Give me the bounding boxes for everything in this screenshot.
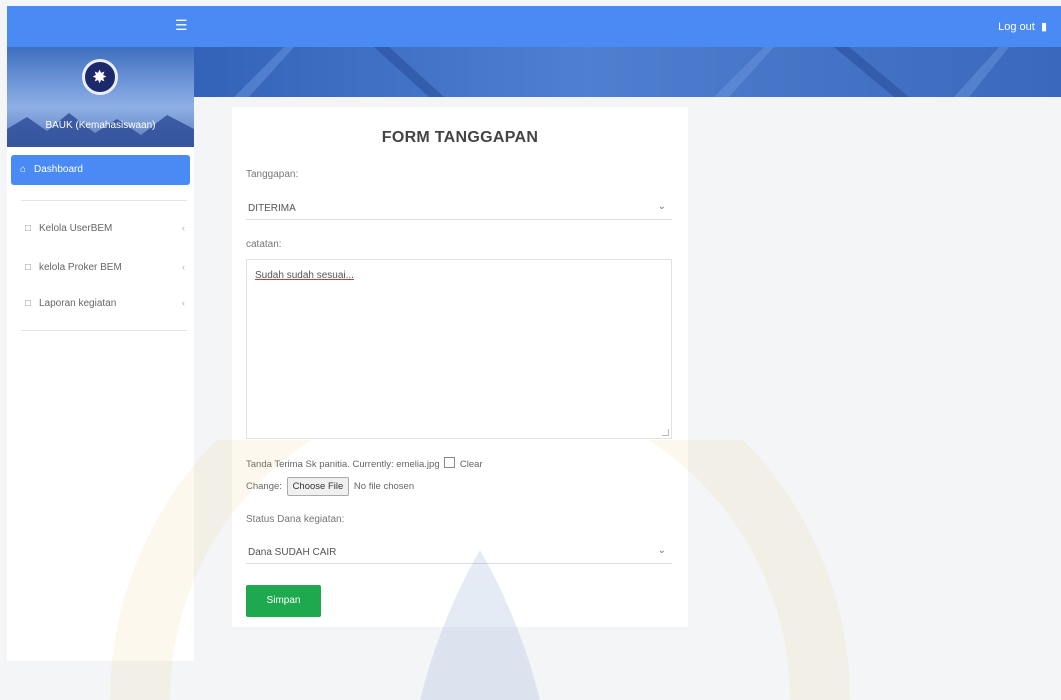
choose-file-button[interactable]: Choose File — [286, 477, 350, 496]
status-dana-select[interactable]: Dana SUDAH CAIR ⌄ — [246, 539, 672, 564]
sidebar-header: ✸ BAUK (Kemahasiswaan) — [7, 47, 194, 147]
catatan-textarea[interactable]: Sudah sudah sesuai... — [246, 259, 672, 439]
form-card: FORM TANGGAPAN Tanggapan: DITERIMA ⌄ cat… — [232, 107, 688, 627]
chevron-down-icon: ⌄ — [657, 545, 666, 556]
header-banner — [194, 47, 1061, 97]
sidebar-item-kelola-proker[interactable]: □ kelola Proker BEM ‹ — [25, 259, 185, 279]
current-file-text: Tanda Terima Sk panitia. Currently: emel… — [246, 459, 440, 470]
sidebar-item-label: kelola Proker BEM — [39, 262, 122, 273]
chevron-down-icon: ⌄ — [657, 201, 666, 212]
tanggapan-value: DITERIMA — [248, 203, 296, 214]
save-button[interactable]: Simpan — [246, 585, 321, 617]
chevron-left-icon: ‹ — [182, 223, 185, 233]
chevron-left-icon: ‹ — [182, 262, 185, 272]
tanggapan-select[interactable]: DITERIMA ⌄ — [246, 195, 672, 220]
folder-icon: □ — [25, 223, 32, 234]
sidebar-item-kelola-userbem[interactable]: □ Kelola UserBEM ‹ — [25, 220, 185, 240]
sidebar-item-label: Dashboard — [34, 164, 83, 175]
logout-label: Log out — [998, 21, 1035, 33]
sidebar-divider — [21, 330, 187, 331]
hamburger-icon[interactable]: ☰ — [175, 18, 188, 32]
top-navbar: ☰ Log out ▮ — [7, 6, 1061, 47]
banner-decoration — [234, 47, 1009, 97]
resize-handle[interactable] — [662, 429, 669, 436]
catatan-label: catatan: — [246, 239, 282, 250]
star-emblem-icon: ✸ — [92, 67, 108, 87]
status-dana-label: Status Dana kegiatan: — [246, 514, 345, 525]
folder-icon: □ — [25, 298, 32, 309]
status-dana-value: Dana SUDAH CAIR — [248, 547, 337, 558]
form-title: FORM TANGGAPAN — [381, 129, 539, 146]
no-file-text: No file chosen — [353, 481, 415, 492]
sidebar-item-dashboard[interactable]: ⌂ Dashboard — [11, 155, 190, 185]
sidebar: ✸ BAUK (Kemahasiswaan) ⌂ Dashboard □ Kel… — [7, 47, 194, 661]
home-icon: ⌂ — [20, 164, 27, 175]
folder-icon: □ — [25, 262, 32, 273]
change-file-row: Change: Choose File No file chosen — [246, 477, 414, 499]
sidebar-divider — [21, 200, 187, 201]
clear-checkbox[interactable] — [444, 457, 456, 468]
change-label: Change: — [246, 481, 282, 492]
sidebar-item-label: Kelola UserBEM — [39, 223, 113, 234]
sidebar-item-label: Laporan kegiatan — [39, 298, 117, 309]
catatan-value: Sudah sudah sesuai... — [255, 270, 354, 281]
organization-logo: ✸ — [82, 59, 118, 95]
logout-button[interactable]: Log out ▮ — [998, 20, 1047, 33]
current-file-row: Tanda Terima Sk panitia. Currently: emel… — [246, 457, 483, 470]
chevron-left-icon: ‹ — [182, 298, 185, 308]
tanggapan-label: Tanggapan: — [246, 169, 299, 180]
logout-icon: ▮ — [1037, 21, 1047, 33]
sidebar-title: BAUK (Kemahasiswaan) — [45, 120, 156, 131]
sidebar-item-laporan-kegiatan[interactable]: □ Laporan kegiatan ‹ — [25, 295, 185, 315]
clear-label: Clear — [459, 459, 483, 470]
